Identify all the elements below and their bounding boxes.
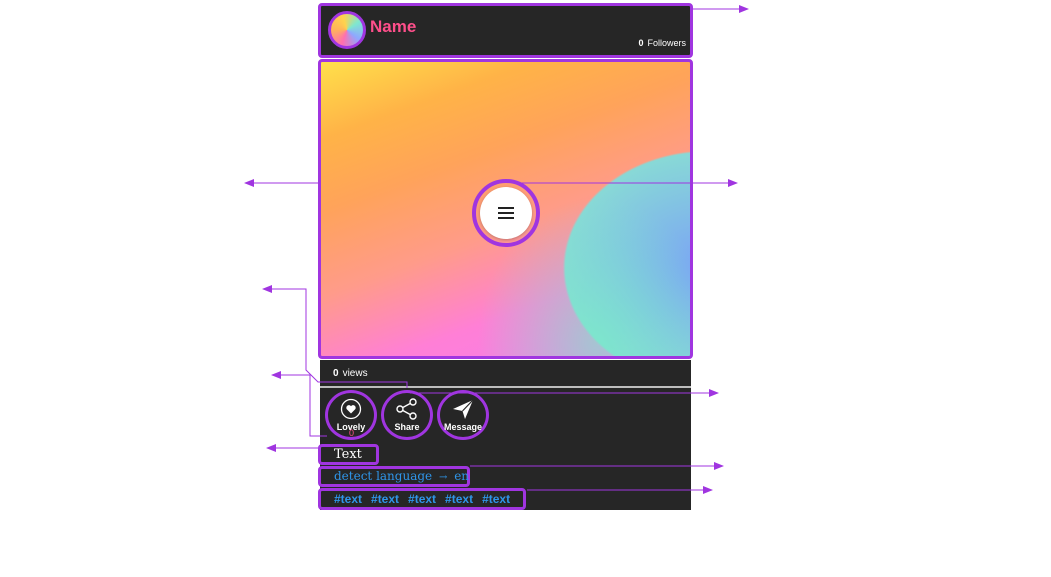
hashtag[interactable]: #text	[334, 492, 362, 506]
message-label: Message	[443, 422, 483, 432]
views-number: 0	[333, 368, 339, 379]
followers-number: 0	[638, 38, 644, 48]
post-text: Text	[318, 444, 379, 465]
followers-count: 0 Followers	[638, 38, 686, 48]
hashtag[interactable]: #text	[445, 492, 473, 506]
detect-language-label: detect language	[334, 469, 433, 483]
annotation-arrow	[271, 371, 327, 437]
followers-label: Followers	[647, 38, 686, 48]
divider	[320, 386, 691, 388]
arrow-right-icon: →	[438, 472, 448, 483]
hashtag[interactable]: #text	[371, 492, 399, 506]
hashtag[interactable]: #text	[408, 492, 436, 506]
views-count: 0 views	[333, 368, 368, 379]
share-button[interactable]: Share	[381, 390, 433, 440]
lovely-count: 0	[349, 428, 355, 438]
avatar[interactable]	[328, 11, 366, 49]
heart-icon	[340, 398, 362, 420]
menu-button[interactable]	[472, 179, 540, 247]
hashtag[interactable]: #text	[482, 492, 510, 506]
share-label: Share	[394, 422, 420, 432]
hashtags: #text #text #text #text #text	[318, 488, 526, 510]
post-footer: 0 views Lovely 0 Share Message Text dete…	[318, 360, 691, 510]
post-header: Name 0 Followers	[318, 3, 693, 58]
share-icon	[395, 398, 419, 420]
hamburger-icon	[480, 187, 532, 239]
paper-plane-icon	[451, 398, 475, 420]
hamburger-icon-svg	[498, 207, 514, 219]
detect-language-link[interactable]: detect language → en	[318, 466, 470, 487]
post-media[interactable]	[318, 59, 693, 359]
language-code: en	[454, 469, 470, 483]
views-label: views	[342, 368, 368, 379]
user-name[interactable]: Name	[370, 17, 416, 37]
message-button[interactable]: Message	[437, 390, 489, 440]
